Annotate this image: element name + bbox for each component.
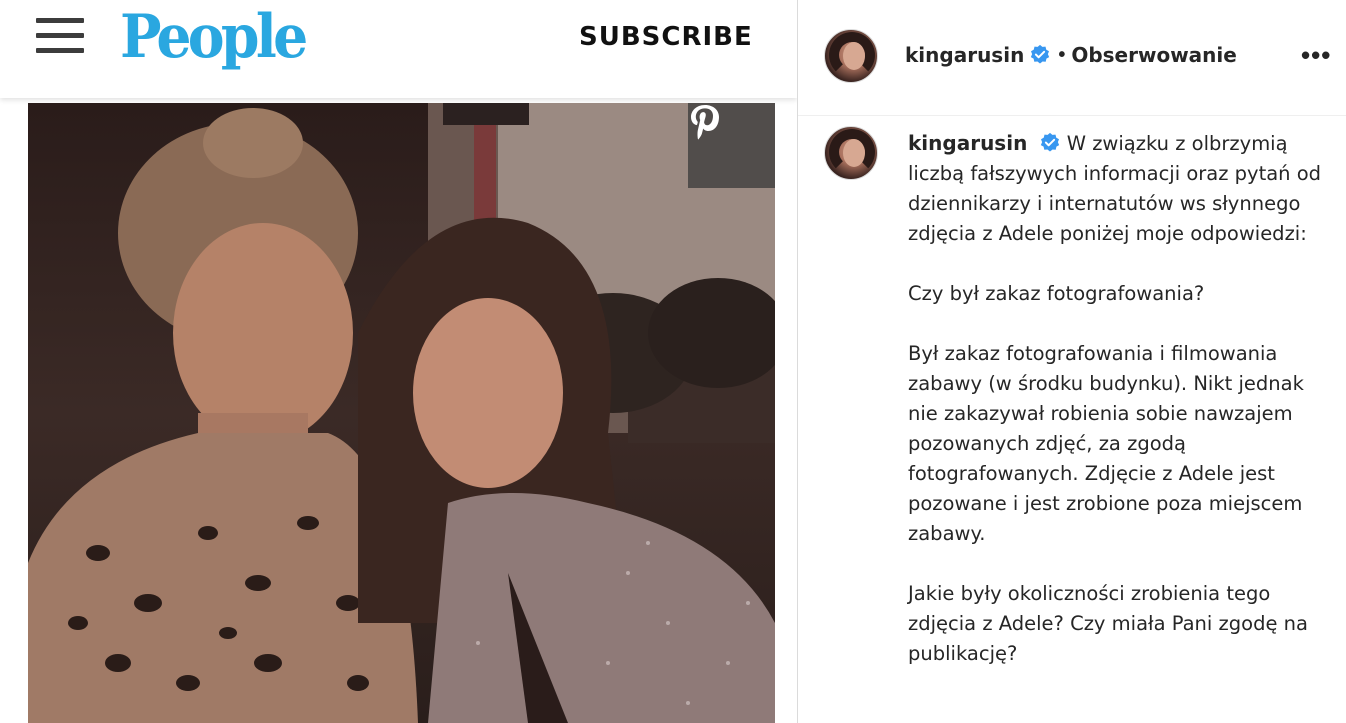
caption-username[interactable]: kingarusin [908,131,1027,155]
people-header: People SUBSCRIBE [0,0,797,98]
people-logo[interactable]: People [120,2,308,72]
caption-avatar[interactable] [824,126,878,180]
post-caption: kingarusin W związku z olbrzymią liczbą … [908,128,1328,699]
people-website: People SUBSCRIBE [0,0,797,723]
instagram-post-panel: kingarusin • Obserwowanie ••• kingarusin… [798,0,1346,723]
separator-dot: • [1058,43,1066,66]
pinterest-icon [691,105,719,140]
avatar[interactable] [824,29,878,83]
post-author-username[interactable]: kingarusin [905,43,1024,67]
post-header: kingarusin • Obserwowanie ••• [798,0,1346,116]
caption-paragraph: Czy był zakaz fotografowania? [908,282,1205,305]
verified-badge-icon [1031,44,1050,64]
more-options-icon[interactable]: ••• [1301,40,1331,71]
caption-paragraph: Jakie były okoliczności zrobienia tego z… [908,582,1308,665]
article-photo [28,103,775,723]
pinterest-save-button[interactable] [688,103,775,188]
subscribe-button[interactable]: SUBSCRIBE [579,22,753,52]
caption-paragraph: Był zakaz fotografowania i filmowania za… [908,342,1304,545]
post-author-row: kingarusin • Obserwowanie [905,43,1237,67]
caption-paragraph: kingarusin W związku z olbrzymią liczbą … [908,128,1328,249]
hamburger-menu-icon[interactable] [36,18,84,54]
photo-illustration [28,103,775,723]
following-button[interactable]: Obserwowanie [1071,43,1237,67]
verified-badge-icon [1040,132,1059,152]
